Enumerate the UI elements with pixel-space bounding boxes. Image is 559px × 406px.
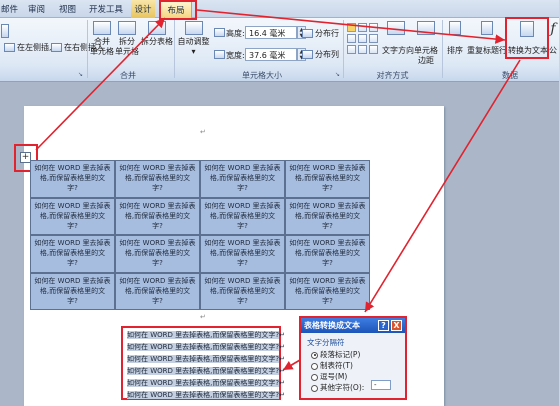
table-cell[interactable]: 如何在 WORD 里去掉表 格,而保留表格里的文 字?: [115, 235, 200, 273]
table-cell[interactable]: 如何在 WORD 里去掉表 格,而保留表格里的文 字?: [115, 160, 200, 198]
ribbon: 在左侧插入 在右侧插入 ↘ 合并 单元格 拆分 单元格 拆分表格 合并 自动调整…: [0, 18, 559, 82]
radio-icon: [311, 362, 318, 370]
align-top-left-button[interactable]: [347, 23, 356, 32]
insert-left-button[interactable]: 在左侧插入: [4, 43, 57, 53]
text-line[interactable]: 如何在 WORD 里去掉表格,而保留表格里的文字?↵: [127, 378, 285, 388]
table-cell[interactable]: 如何在 WORD 里去掉表 格,而保留表格里的文 字?: [200, 197, 285, 235]
table-cell[interactable]: 如何在 WORD 里去掉表 格,而保留表格里的文 字?: [115, 272, 200, 310]
height-icon: [214, 28, 225, 37]
table-cell[interactable]: 如何在 WORD 里去掉表 格,而保留表格里的文 字?: [285, 235, 370, 273]
separator: [343, 20, 344, 78]
radio-icon: [311, 384, 318, 392]
height-label: 高度:: [226, 29, 245, 38]
align-middle-left-button[interactable]: [347, 34, 356, 43]
width-input[interactable]: 37.6 毫米: [245, 48, 297, 61]
height-input[interactable]: 16.4 毫米: [245, 26, 297, 39]
table-cell[interactable]: 如何在 WORD 里去掉表 格,而保留表格里的文 字?: [285, 197, 370, 235]
width-icon: [214, 50, 225, 59]
table-to-text-dialog: 表格转换成文本 ? X 文字分隔符 段落标记(P) 制表符(T) 逗号(M) 其…: [299, 316, 407, 400]
separator: [442, 20, 443, 78]
cell-margins-button[interactable]: 单元格 边距: [412, 21, 440, 66]
alignment-group-label: 对齐方式: [376, 71, 409, 80]
split-table-button[interactable]: 拆分表格: [140, 21, 174, 47]
tab-view[interactable]: 视图: [59, 3, 76, 15]
paragraph-mark: ↵: [200, 313, 206, 321]
align-top-center-button[interactable]: [358, 23, 367, 32]
tab-review[interactable]: 审阅: [28, 3, 45, 15]
autofit-button[interactable]: 自动调整 ▾: [177, 21, 210, 57]
align-middle-center-button[interactable]: [358, 34, 367, 43]
align-bottom-center-button[interactable]: [358, 45, 367, 54]
close-button[interactable]: X: [391, 320, 402, 331]
separator-group-label: 文字分隔符: [307, 338, 345, 347]
text-line[interactable]: 如何在 WORD 里去掉表格,而保留表格里的文字?↵: [127, 390, 285, 400]
text-direction-button[interactable]: 文字方向: [382, 21, 414, 56]
cell-size-launcher-icon[interactable]: ↘: [335, 71, 340, 78]
tab-design[interactable]: 设计: [131, 0, 155, 18]
alignment-grid: [347, 23, 379, 55]
table-cell[interactable]: 如何在 WORD 里去掉表 格,而保留表格里的文 字?: [30, 272, 115, 310]
separator: [174, 20, 175, 78]
table-cell[interactable]: 如何在 WORD 里去掉表 格,而保留表格里的文 字?: [30, 160, 115, 198]
insert-below-button[interactable]: [0, 24, 10, 40]
chevron-down-icon: ▾: [191, 47, 196, 56]
radio-selected-icon: [311, 351, 318, 359]
table-cell[interactable]: 如何在 WORD 里去掉表 格,而保留表格里的文 字?: [285, 160, 370, 198]
convert-to-text-highlight: [505, 17, 549, 59]
table-cell[interactable]: 如何在 WORD 里去掉表 格,而保留表格里的文 字?: [30, 235, 115, 273]
word-table[interactable]: 如何在 WORD 里去掉表 格,而保留表格里的文 字? 如何在 WORD 里去掉表格…: [30, 160, 370, 310]
table-cell[interactable]: 如何在 WORD 里去掉表 格,而保留表格里的文 字?: [200, 235, 285, 273]
sort-button[interactable]: 排序: [445, 21, 465, 56]
align-top-right-button[interactable]: [369, 23, 378, 32]
split-cells-button[interactable]: 拆分 单元格: [115, 21, 139, 57]
cell-size-group-label: 单元格大小: [242, 71, 282, 80]
ribbon-tab-bar: 邮件 审阅 视图 开发工具 设计 布局: [0, 0, 559, 18]
other-char-input[interactable]: -: [371, 380, 391, 390]
separator: [87, 20, 88, 78]
merge-cells-button[interactable]: 合并 单元格: [90, 21, 114, 57]
radio-paragraph-mark[interactable]: 段落标记(P): [311, 349, 360, 360]
layout-tab-highlight: [159, 0, 197, 20]
distribute-rows-button[interactable]: 分布行: [302, 29, 339, 39]
radio-comma[interactable]: 逗号(M): [311, 371, 347, 382]
text-line[interactable]: 如何在 WORD 里去掉表格,而保留表格里的文字?↵: [127, 366, 285, 376]
text-line[interactable]: 如何在 WORD 里去掉表格,而保留表格里的文字?↵: [127, 330, 285, 340]
text-line[interactable]: 如何在 WORD 里去掉表格,而保留表格里的文字?↵: [127, 354, 285, 364]
distribute-cols-button[interactable]: 分布列: [302, 50, 339, 60]
merge-group-label: 合并: [120, 71, 136, 80]
tab-developer[interactable]: 开发工具: [89, 3, 123, 15]
data-group-label: 数据: [502, 71, 518, 80]
paragraph-mark: ↵: [200, 128, 206, 136]
table-cell[interactable]: 如何在 WORD 里去掉表 格,而保留表格里的文 字?: [115, 197, 200, 235]
table-cell[interactable]: 如何在 WORD 里去掉表 格,而保留表格里的文 字?: [200, 160, 285, 198]
table-cell[interactable]: 如何在 WORD 里去掉表 格,而保留表格里的文 字?: [200, 272, 285, 310]
align-bottom-right-button[interactable]: [369, 45, 378, 54]
rows-cols-launcher-icon[interactable]: ↘: [78, 71, 83, 78]
align-middle-right-button[interactable]: [369, 34, 378, 43]
radio-tab[interactable]: 制表符(T): [311, 360, 353, 371]
converted-text-block: 如何在 WORD 里去掉表格,而保留表格里的文字?↵ 如何在 WORD 里去掉表…: [121, 326, 285, 400]
table-cell[interactable]: 如何在 WORD 里去掉表 格,而保留表格里的文 字?: [285, 272, 370, 310]
table-cell[interactable]: 如何在 WORD 里去掉表 格,而保留表格里的文 字?: [30, 197, 115, 235]
align-bottom-left-button[interactable]: [347, 45, 356, 54]
width-label: 宽度:: [226, 51, 245, 60]
repeat-header-rows-button[interactable]: 重复标题行: [467, 21, 507, 56]
tab-mailings[interactable]: 邮件: [1, 3, 18, 15]
radio-icon: [311, 373, 318, 381]
help-button[interactable]: ?: [378, 320, 389, 331]
text-line[interactable]: 如何在 WORD 里去掉表格,而保留表格里的文字?↵: [127, 342, 285, 352]
dialog-title: 表格转换成文本: [301, 318, 405, 333]
radio-other[interactable]: 其他字符(O):: [311, 382, 364, 393]
